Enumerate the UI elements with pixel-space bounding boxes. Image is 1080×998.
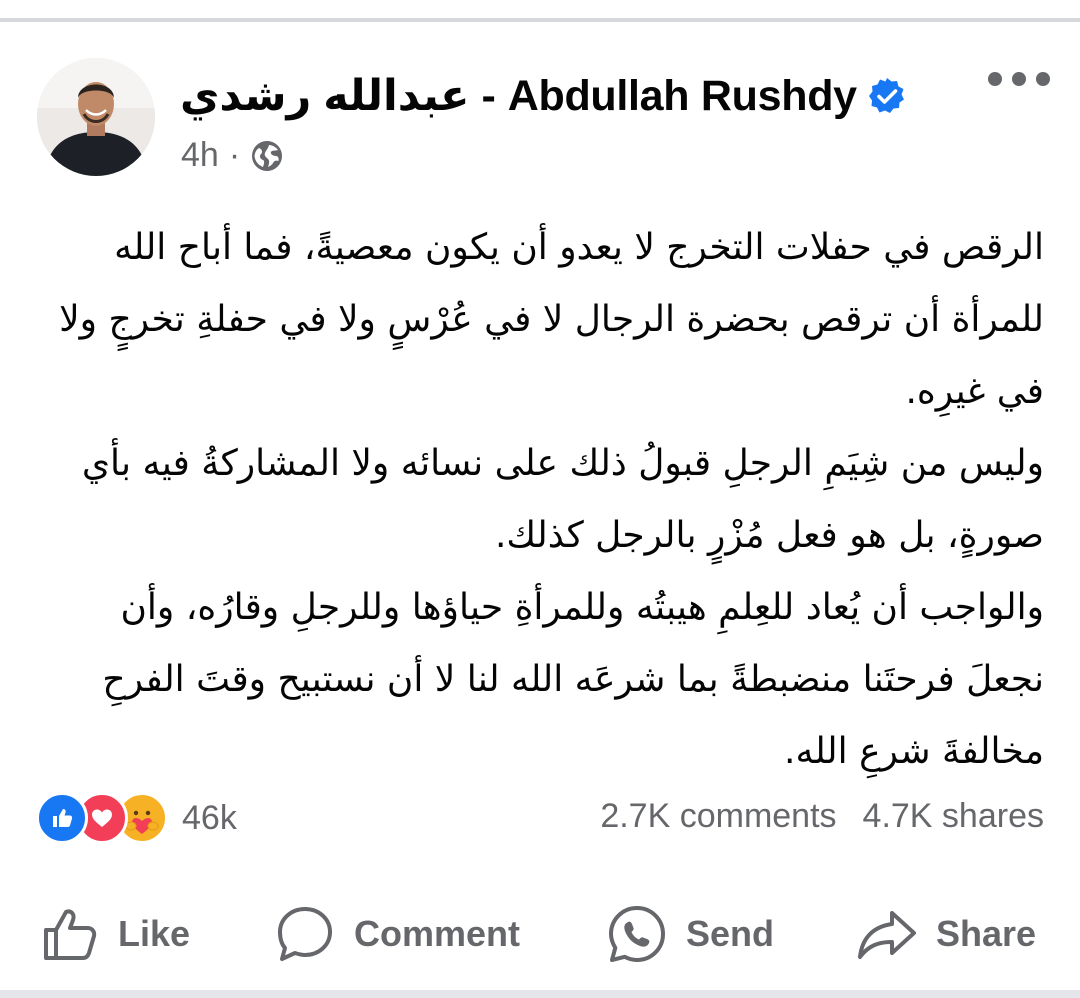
- author-row: عبدالله رشدي - Abdullah Rushdy: [180, 66, 907, 126]
- more-options-icon[interactable]: [988, 72, 1050, 86]
- more-dot: [988, 72, 1002, 86]
- comment-icon: [278, 907, 332, 961]
- post-meta: 4h ·: [181, 136, 284, 175]
- top-divider: [0, 0, 1080, 22]
- like-icon: [44, 909, 97, 960]
- reaction-count: 46k: [182, 798, 237, 837]
- like-label: Like: [118, 913, 191, 954]
- more-dot: [1036, 72, 1050, 86]
- post-time[interactable]: 4h: [181, 136, 219, 175]
- globe-icon[interactable]: [250, 139, 284, 173]
- like-button[interactable]: Like: [40, 894, 190, 974]
- send-label: Send: [686, 913, 775, 954]
- meta-separator: ·: [228, 136, 241, 174]
- action-bar: Like Comment Send Share: [0, 894, 1080, 974]
- author-name[interactable]: عبدالله رشدي - Abdullah Rushdy: [180, 71, 857, 121]
- whatsapp-icon: [609, 906, 665, 962]
- verified-badge-icon: [868, 78, 904, 113]
- bottom-divider: [0, 990, 1080, 998]
- post-body: الرقص في حفلات التخرج لا يعدو أن يكون مع…: [36, 212, 1044, 788]
- avatar[interactable]: [37, 58, 155, 176]
- more-dot: [1012, 72, 1026, 86]
- post-paragraph: وليس من شِيَمِ الرجلِ قبولُ ذلك على نسائ…: [81, 443, 1044, 556]
- comments-count[interactable]: 2.7K comments: [600, 797, 836, 836]
- post-card: عبدالله رشدي - Abdullah Rushdy 4h · الرق…: [0, 22, 1080, 998]
- share-button[interactable]: Share: [856, 894, 1036, 974]
- shares-count[interactable]: 4.7K shares: [863, 797, 1044, 836]
- comment-label: Comment: [354, 913, 521, 954]
- comment-button[interactable]: Comment: [274, 894, 520, 974]
- post-paragraph: الرقص في حفلات التخرج لا يعدو أن يكون مع…: [59, 227, 1044, 412]
- share-label: Share: [936, 913, 1037, 954]
- send-button[interactable]: Send: [606, 894, 774, 974]
- share-icon: [858, 911, 916, 959]
- like-reaction-icon: [36, 792, 88, 844]
- post-stats: 2.7K comments 4.7K shares: [600, 797, 1044, 836]
- post-paragraph: والواجب أن يُعاد للعِلمِ هيبتُه وللمرأةِ…: [102, 587, 1044, 772]
- reactions-summary[interactable]: 46k: [36, 792, 237, 844]
